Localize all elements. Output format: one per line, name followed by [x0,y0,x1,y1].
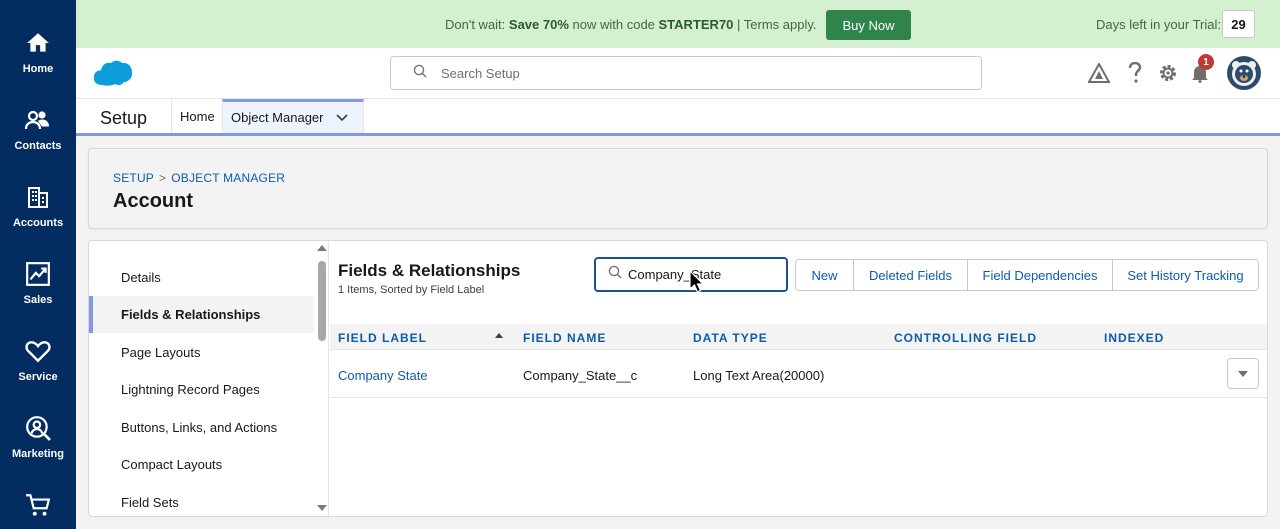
sidebar-item-lightning-record-pages[interactable]: Lightning Record Pages [89,371,314,408]
rail-item-label: Contacts [14,140,62,152]
sidebar-item-details[interactable]: Details [89,259,314,296]
rail-item-home[interactable]: Home [0,12,76,89]
object-detail-card: Details Fields & Relationships Page Layo… [88,240,1268,517]
rail-item-service[interactable]: Service [0,320,76,397]
field-data-type: Long Text Area(20000) [693,368,825,383]
scroll-down-arrow[interactable] [317,505,327,511]
trailhead-icon[interactable] [1088,62,1110,84]
sidebar-item-page-layouts[interactable]: Page Layouts [89,334,314,371]
promo-message: Don't wait: Save 70% now with code START… [445,17,817,32]
column-indexed[interactable]: INDEXED [1104,331,1164,345]
mouse-cursor-icon [689,269,705,299]
search-icon [608,265,622,284]
sidebar-item-buttons-links-actions[interactable]: Buttons, Links, and Actions [89,409,314,446]
scrollbar-thumb[interactable] [318,261,326,341]
rail-item-marketing[interactable]: Marketing [0,397,76,474]
page-title: Account [113,190,193,212]
rail-item-label: Accounts [12,217,64,229]
object-sidebar: Details Fields & Relationships Page Layo… [89,241,329,516]
field-label-link[interactable]: Company State [338,368,428,383]
gear-icon[interactable] [1157,62,1179,84]
buy-now-button[interactable]: Buy Now [826,10,911,40]
sales-icon [23,259,53,289]
cart-icon [23,490,53,520]
row-actions-button[interactable] [1227,358,1259,389]
panel-subtitle: 1 Items, Sorted by Field Label [338,284,485,296]
trial-days-count: 29 [1222,10,1255,38]
global-search[interactable] [390,56,982,90]
column-data-type[interactable]: DATA TYPE [693,331,768,345]
trial-promo-banner: Don't wait: Save 70% now with code START… [76,0,1280,48]
notification-badge: 1 [1198,54,1214,70]
scroll-up-arrow[interactable] [317,245,327,251]
app-title: Setup [100,108,148,128]
new-button[interactable]: New [796,260,854,290]
rail-item-accounts[interactable]: Accounts [0,166,76,243]
fields-table-header: FIELD LABEL FIELD NAME DATA TYPE CONTROL… [330,324,1267,350]
breadcrumb-separator: > [159,171,167,185]
accounts-icon [23,182,53,212]
help-icon[interactable] [1124,62,1146,84]
sidebar-item-fields-relationships[interactable]: Fields & Relationships [89,296,314,333]
panel-title: Fields & Relationships [338,261,521,280]
breadcrumb-object-manager[interactable]: OBJECT MANAGER [171,171,285,185]
global-nav-rail: Home Contacts Accounts Sales Service Mar… [0,0,76,529]
rail-item-contacts[interactable]: Contacts [0,89,76,166]
setup-context-bar: Setup Home Object Manager [76,99,1280,136]
set-history-tracking-button[interactable]: Set History Tracking [1113,260,1258,290]
deleted-fields-button[interactable]: Deleted Fields [854,260,968,290]
rail-item-label: Home [22,63,54,75]
sidebar-item-field-sets[interactable]: Field Sets [89,484,314,516]
trial-days-label: Days left in your Trial: [1096,17,1221,32]
service-icon [23,336,53,366]
rail-item-label: Sales [23,294,53,306]
table-row: Company State Company_State__c Long Text… [330,350,1267,398]
field-api-name: Company_State__c [523,368,638,383]
breadcrumb: SETUP > OBJECT MANAGER [113,171,285,185]
home-icon [23,28,53,58]
salesforce-logo[interactable] [92,58,134,93]
rail-item-label: Service [18,371,58,383]
action-button-group: New Deleted Fields Field Dependencies Se… [795,259,1259,291]
column-controlling-field[interactable]: CONTROLLING FIELD [894,331,1037,345]
search-setup-input[interactable] [441,65,941,81]
field-dependencies-button[interactable]: Field Dependencies [968,260,1113,290]
rail-item-sales[interactable]: Sales [0,243,76,320]
rail-item-label: Marketing [12,448,64,460]
rail-item-commerce[interactable] [0,474,76,529]
sort-ascending-icon[interactable] [495,333,503,338]
sidebar-scrollbar[interactable] [315,241,328,516]
tab-home[interactable]: Home [171,99,222,133]
breadcrumb-setup[interactable]: SETUP [113,171,154,185]
page-header: SETUP > OBJECT MANAGER Account [88,148,1268,229]
sidebar-item-compact-layouts[interactable]: Compact Layouts [89,446,314,483]
global-header: 1 [76,48,1280,99]
column-field-name[interactable]: FIELD NAME [523,331,606,345]
column-field-label[interactable]: FIELD LABEL [338,331,427,345]
fields-relationships-panel: Fields & Relationships 1 Items, Sorted b… [330,241,1267,516]
avatar[interactable] [1227,56,1261,90]
tab-object-manager[interactable]: Object Manager [222,99,364,133]
contacts-icon [23,105,53,135]
search-icon [413,64,427,83]
marketing-icon [23,413,53,443]
chevron-down-icon [1238,365,1248,383]
chevron-down-icon[interactable] [335,110,348,125]
